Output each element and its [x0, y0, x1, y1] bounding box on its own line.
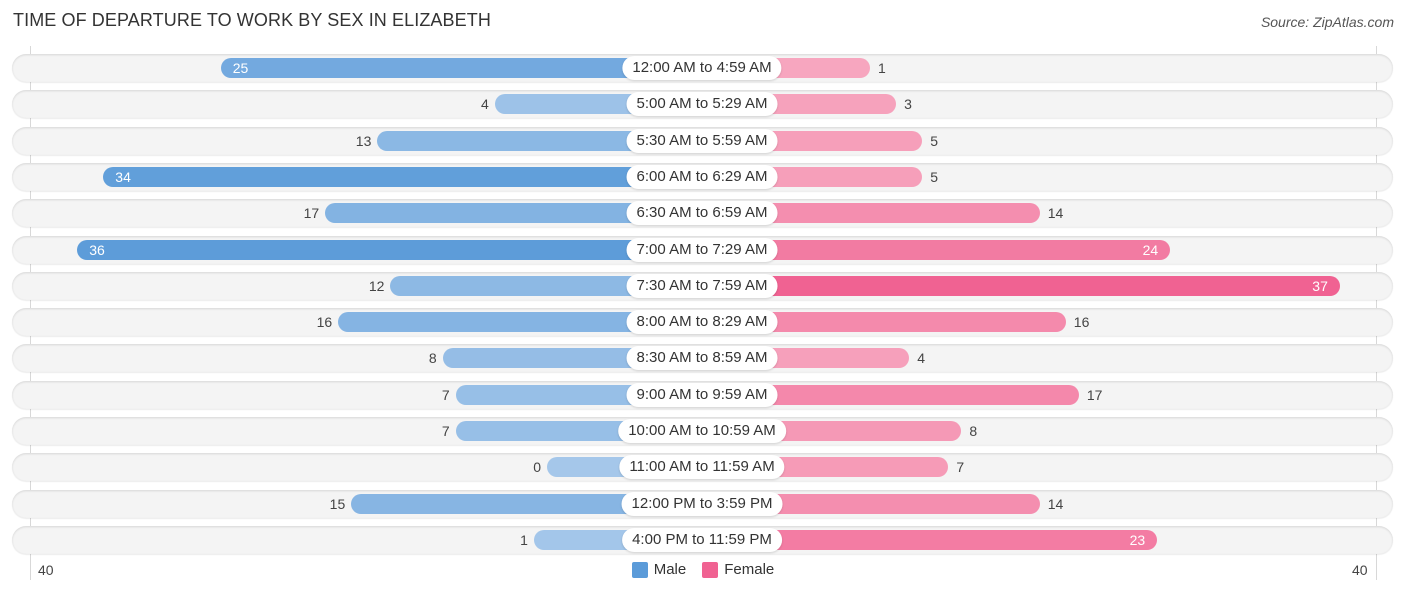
category-label: 10:00 AM to 10:59 AM [618, 419, 786, 443]
male-value-label: 25 [232, 60, 249, 76]
category-label: 8:00 AM to 8:29 AM [626, 310, 778, 335]
female-value-label: 5 [930, 132, 939, 149]
female-value-label: 14 [1047, 205, 1064, 222]
category-label: 11:00 AM to 11:59 AM [619, 455, 785, 480]
legend-item-female[interactable]: Female [702, 561, 774, 578]
male-value-label: 0 [533, 459, 541, 476]
male-value-label: 7 [441, 386, 450, 403]
male-swatch [631, 561, 648, 578]
category-label: 8:30 AM to 8:59 AM [626, 346, 778, 371]
male-value-label: 1 [520, 531, 528, 548]
female-value-label: 24 [1142, 241, 1159, 258]
legend: Male Female [0, 561, 1406, 578]
female-bar[interactable] [702, 275, 1340, 296]
chart-title: TIME OF DEPARTURE TO WORK BY SEX IN ELIZ… [13, 10, 491, 30]
male-value-label: 12 [368, 277, 385, 294]
male-value-label: 7 [441, 423, 450, 439]
male-value-label: 36 [89, 241, 105, 258]
category-label: 4:00 PM to 11:59 PM [622, 527, 782, 552]
female-value-label: 37 [1312, 277, 1328, 294]
male-value-label: 17 [303, 205, 320, 222]
female-value-label: 8 [969, 423, 978, 439]
female-value-label: 3 [904, 96, 912, 113]
legend-label-female: Female [724, 561, 775, 578]
category-label: 5:00 AM to 5:29 AM [626, 92, 778, 117]
legend-label-male: Male [653, 561, 687, 578]
female-swatch [702, 561, 719, 578]
source-credit: Source: ZipAtlas.com [1260, 14, 1394, 30]
female-value-label: 23 [1129, 531, 1146, 548]
female-value-label: 5 [930, 168, 939, 185]
male-value-label: 8 [428, 350, 437, 367]
female-value-label: 4 [917, 350, 925, 367]
category-label: 6:00 AM to 6:29 AM [626, 164, 778, 189]
male-bar[interactable] [103, 166, 702, 187]
female-value-label: 16 [1073, 314, 1090, 331]
male-value-label: 13 [355, 132, 372, 149]
male-value-label: 16 [316, 314, 333, 331]
male-value-label: 15 [329, 495, 346, 512]
female-value-label: 14 [1047, 495, 1064, 512]
category-label: 12:00 PM to 3:59 PM [621, 491, 783, 516]
category-label: 7:30 AM to 7:59 AM [626, 273, 778, 298]
female-value-label: 1 [878, 60, 886, 76]
category-label: 5:30 AM to 5:59 AM [626, 128, 778, 153]
male-value-label: 4 [481, 96, 489, 113]
female-value-label: 7 [956, 459, 965, 476]
category-label: 12:00 AM to 4:59 AM [622, 56, 782, 80]
male-value-label: 34 [115, 168, 131, 185]
female-value-label: 17 [1086, 386, 1103, 403]
category-label: 6:30 AM to 6:59 AM [626, 201, 778, 226]
legend-item-male[interactable]: Male [631, 561, 687, 578]
category-label: 7:00 AM to 7:29 AM [626, 237, 778, 262]
male-bar[interactable] [77, 239, 702, 260]
category-label: 9:00 AM to 9:59 AM [626, 382, 778, 407]
